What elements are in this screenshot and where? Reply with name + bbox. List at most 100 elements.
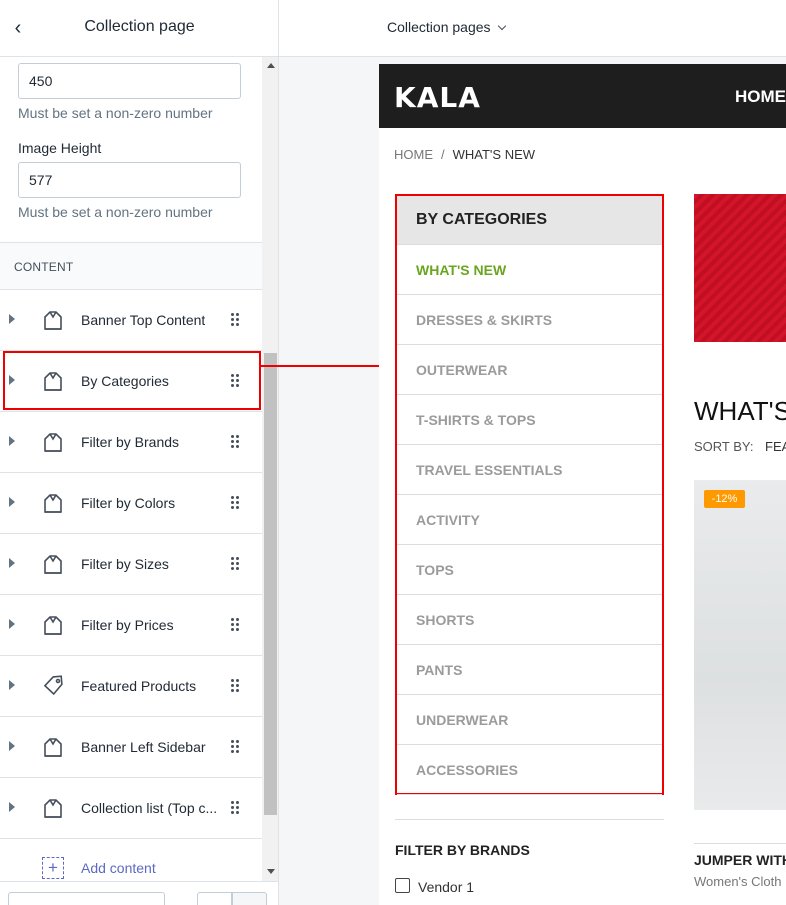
section-label: Banner Left Sidebar xyxy=(81,739,206,755)
categories-title: BY CATEGORIES xyxy=(416,211,547,228)
category-item[interactable]: WHAT'S NEW xyxy=(397,245,662,295)
collection-banner xyxy=(694,194,786,342)
breadcrumb-current: WHAT'S NEW xyxy=(452,147,536,162)
category-label: ACTIVITY xyxy=(416,512,480,528)
add-icon xyxy=(42,857,64,879)
categories-header: BY CATEGORIES xyxy=(397,196,662,245)
category-label: OUTERWEAR xyxy=(416,362,508,378)
section-icon xyxy=(42,431,64,453)
drag-handle-icon[interactable] xyxy=(231,679,239,693)
image-height-help: Must be set a non-zero number xyxy=(18,204,213,220)
category-item[interactable]: PANTS xyxy=(397,645,662,695)
product-name[interactable]: JUMPER WITH xyxy=(694,852,786,868)
theme-actions-button[interactable] xyxy=(8,892,165,905)
expand-caret-icon[interactable] xyxy=(9,680,15,690)
section-row[interactable]: Banner Left Sidebar xyxy=(0,717,262,778)
section-row[interactable]: Filter by Colors xyxy=(0,473,262,534)
preview-topbar: Collection pages xyxy=(279,0,786,57)
section-row[interactable]: Banner Top Content xyxy=(0,290,262,351)
product-divider xyxy=(694,843,786,844)
content-section-header: CONTENT xyxy=(0,242,262,290)
drag-handle-icon[interactable] xyxy=(231,496,239,510)
category-item[interactable]: OUTERWEAR xyxy=(397,345,662,395)
add-content-button[interactable]: Add content xyxy=(0,838,262,881)
section-icon xyxy=(42,492,64,514)
vendor-label[interactable]: Vendor 1 xyxy=(418,879,474,895)
category-item[interactable]: ACTIVITY xyxy=(397,495,662,545)
tag-icon xyxy=(42,675,64,697)
store-header: KALA HOME xyxy=(379,64,786,128)
product-type: Women's Cloth xyxy=(694,874,782,889)
category-label: UNDERWEAR xyxy=(416,712,509,728)
category-item[interactable]: UNDERWEAR xyxy=(397,695,662,745)
expand-caret-icon[interactable] xyxy=(9,497,15,507)
section-icon xyxy=(42,614,64,636)
sidebar-scrollbar[interactable] xyxy=(262,57,278,881)
scroll-down-icon[interactable] xyxy=(267,869,275,874)
vendor-checkbox[interactable] xyxy=(395,878,410,893)
undo-button[interactable] xyxy=(197,892,232,905)
expand-caret-icon[interactable] xyxy=(9,802,15,812)
store-logo[interactable]: KALA xyxy=(394,81,481,114)
scrollbar-thumb[interactable] xyxy=(264,353,277,815)
section-row[interactable]: Filter by Sizes xyxy=(0,534,262,595)
page-type-label: Collection pages xyxy=(387,19,491,35)
category-label: WHAT'S NEW xyxy=(416,262,507,278)
category-label: TOPS xyxy=(416,562,454,578)
category-label: TRAVEL ESSENTIALS xyxy=(416,462,563,478)
redo-button[interactable] xyxy=(232,892,267,905)
store-preview: KALA HOME HOME / WHAT'S NEW BY CATEGORIES … xyxy=(379,64,786,905)
expand-caret-icon[interactable] xyxy=(9,314,15,324)
category-item[interactable]: DRESSES & SKIRTS xyxy=(397,295,662,345)
section-row[interactable]: Featured Products xyxy=(0,656,262,717)
category-item[interactable]: TRAVEL ESSENTIALS xyxy=(397,445,662,495)
expand-caret-icon[interactable] xyxy=(9,558,15,568)
section-icon xyxy=(42,797,64,819)
product-image[interactable] xyxy=(694,480,786,810)
section-row[interactable]: Collection list (Top c... xyxy=(0,778,262,839)
page-type-select[interactable]: Collection pages xyxy=(387,19,506,35)
category-label: DRESSES & SKIRTS xyxy=(416,312,553,328)
category-item[interactable]: SHORTS xyxy=(397,595,662,645)
nav-home-link[interactable]: HOME xyxy=(735,87,786,107)
filter-brands-title: FILTER BY BRANDS xyxy=(395,842,530,858)
add-content-label: Add content xyxy=(81,860,156,876)
breadcrumb: HOME / WHAT'S NEW xyxy=(394,147,535,162)
drag-handle-icon[interactable] xyxy=(231,801,239,815)
highlight-box xyxy=(3,351,261,410)
category-item[interactable]: T-SHIRTS & TOPS xyxy=(397,395,662,445)
breadcrumb-separator: / xyxy=(441,147,445,162)
category-label: SHORTS xyxy=(416,612,475,628)
expand-caret-icon[interactable] xyxy=(9,436,15,446)
drag-handle-icon[interactable] xyxy=(231,618,239,632)
image-width-input[interactable]: 450 xyxy=(18,63,241,99)
section-icon xyxy=(42,553,64,575)
drag-handle-icon[interactable] xyxy=(231,740,239,754)
sort-select[interactable]: FEA xyxy=(765,439,786,454)
section-row[interactable]: Filter by Prices xyxy=(0,595,262,656)
section-label: Filter by Brands xyxy=(81,434,180,450)
expand-caret-icon[interactable] xyxy=(9,619,15,629)
drag-handle-icon[interactable] xyxy=(231,435,239,449)
theme-editor: ‹ Collection page 450 Must be set a non-… xyxy=(0,0,786,905)
settings-sidebar: ‹ Collection page 450 Must be set a non-… xyxy=(0,0,279,905)
drag-handle-icon[interactable] xyxy=(231,313,239,327)
section-label: Banner Top Content xyxy=(81,312,206,328)
section-row[interactable]: Filter by Brands xyxy=(0,412,262,473)
expand-caret-icon[interactable] xyxy=(9,741,15,751)
by-categories-block: BY CATEGORIES WHAT'S NEW DRESSES & SKIRTS… xyxy=(395,194,664,795)
scroll-up-icon[interactable] xyxy=(267,63,275,68)
sidebar-title: Collection page xyxy=(84,18,195,35)
discount-badge: -12% xyxy=(704,490,745,508)
breadcrumb-home[interactable]: HOME xyxy=(394,147,433,162)
image-width-help: Must be set a non-zero number xyxy=(18,105,213,121)
category-item[interactable]: ACCESSORIES xyxy=(397,745,662,795)
category-item[interactable]: TOPS xyxy=(397,545,662,595)
section-label: Filter by Prices xyxy=(81,617,174,633)
image-height-input[interactable]: 577 xyxy=(18,162,241,198)
drag-handle-icon[interactable] xyxy=(231,557,239,571)
settings-scroll-area[interactable]: 450 Must be set a non-zero number Image … xyxy=(0,57,262,881)
sort-label: SORT BY: xyxy=(694,439,754,454)
section-label: Filter by Colors xyxy=(81,495,176,511)
category-label: T-SHIRTS & TOPS xyxy=(416,412,536,428)
